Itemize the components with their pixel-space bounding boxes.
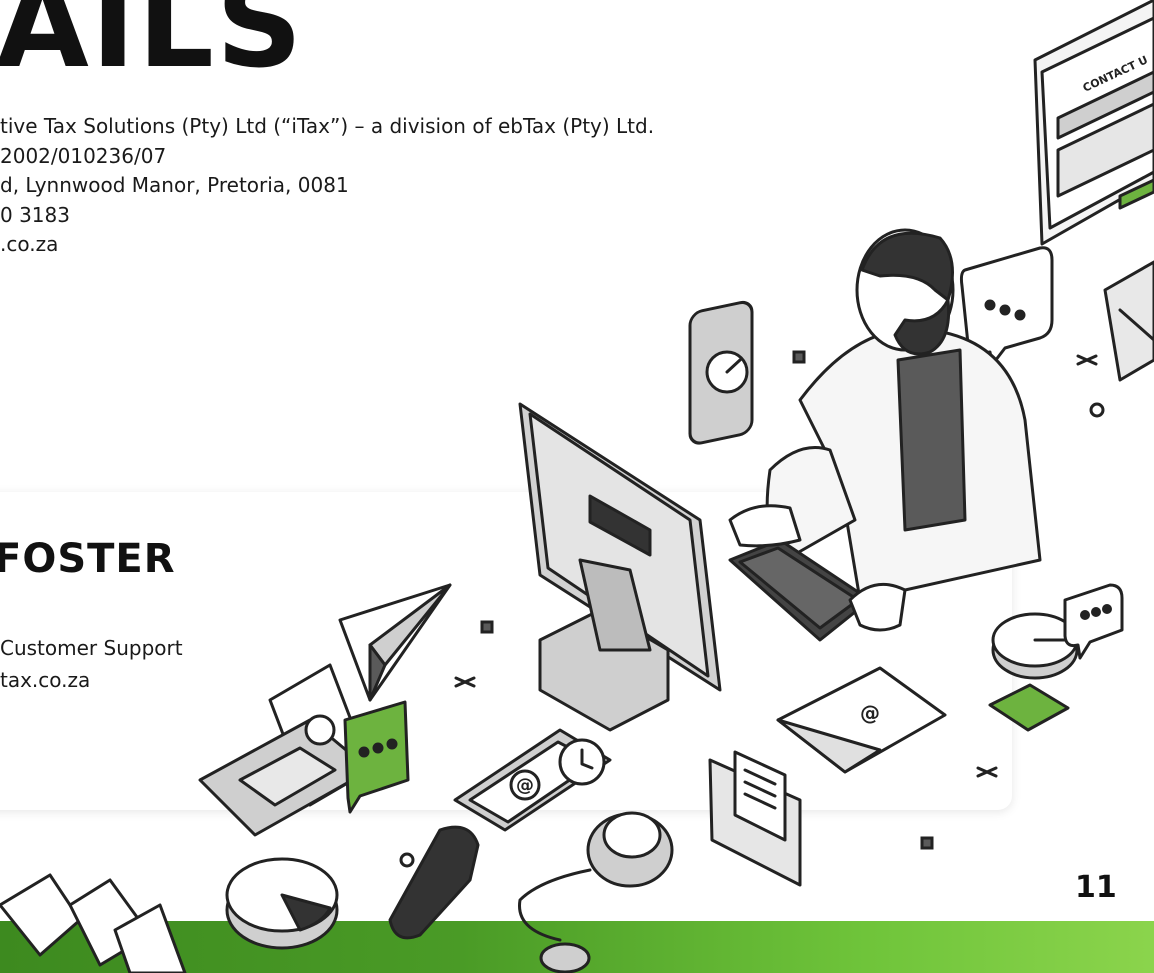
contact-info: Customer Support tax.co.za	[0, 632, 183, 696]
contact-name: FOSTER	[0, 536, 176, 582]
phone-line: 0 3183	[0, 202, 70, 227]
chat-bubble-small-icon	[1063, 583, 1124, 660]
footer-green-bar	[0, 921, 1154, 973]
mobile-phone-icon	[688, 300, 754, 445]
envelope-icon	[1103, 260, 1154, 382]
page-heading: AILS	[0, 0, 305, 95]
contact-form-icon: CONTACT U	[1033, 0, 1154, 246]
page-number: 11	[1075, 870, 1117, 905]
registration-number: 2002/010236/07	[0, 143, 167, 168]
contact-email[interactable]: tax.co.za	[0, 664, 183, 696]
address-line: d, Lynnwood Manor, Pretoria, 0081	[0, 173, 349, 197]
company-name-line: tive Tax Solutions (Pty) Ltd (“iTax”) – …	[0, 114, 655, 138]
chat-bubble-icon	[959, 246, 1054, 367]
company-details: tive Tax Solutions (Pty) Ltd (“iTax”) – …	[0, 112, 654, 260]
contact-form-title: CONTACT U	[1081, 53, 1150, 94]
contact-role: Customer Support	[0, 636, 183, 660]
website-line[interactable]: .co.za	[0, 230, 654, 260]
